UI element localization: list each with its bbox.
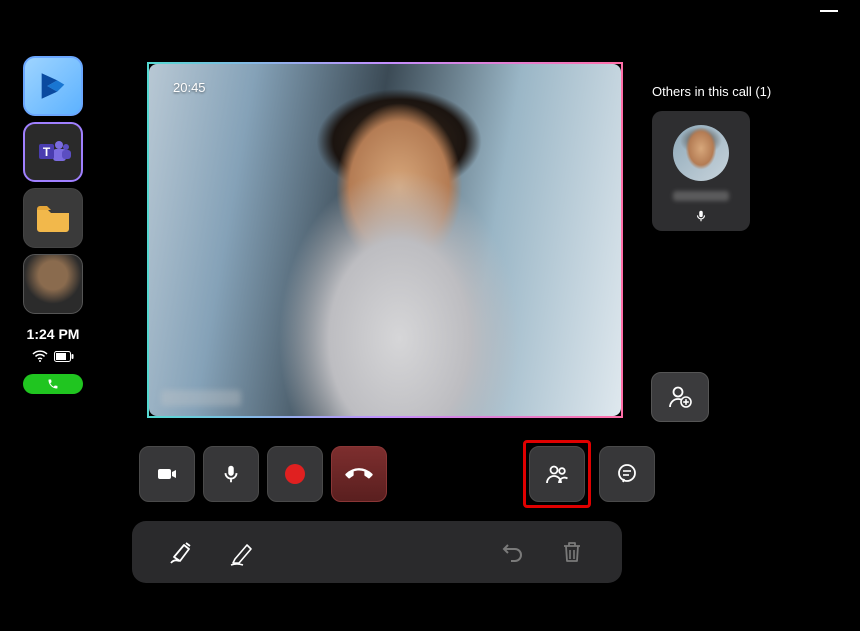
camera-icon (155, 462, 179, 486)
call-duration: 20:45 (173, 80, 206, 95)
sidebar-app-files[interactable] (23, 188, 83, 248)
end-call-icon (345, 460, 373, 488)
participant-tile[interactable] (652, 111, 750, 231)
svg-text:T: T (43, 145, 51, 159)
sidebar-app-teams[interactable]: T (23, 122, 83, 182)
participants-panel: Others in this call (1) (652, 84, 852, 231)
participant-name-label (161, 390, 241, 406)
mic-icon (694, 209, 708, 223)
end-call-button[interactable] (331, 446, 387, 502)
toggle-mic-button[interactable] (203, 446, 259, 502)
battery-icon (54, 351, 74, 362)
people-button-highlight (523, 440, 591, 508)
add-participant-button[interactable] (651, 372, 709, 422)
left-sidebar: T 1:24 PM (20, 56, 86, 394)
pen-icon (225, 535, 259, 569)
ink-tool-highlighter[interactable] (152, 527, 212, 577)
people-roster-button[interactable] (529, 446, 585, 502)
eraser-icon (165, 535, 199, 569)
ink-tool-pen[interactable] (212, 527, 272, 577)
sidebar-user-avatar[interactable] (23, 254, 83, 314)
mic-icon (220, 463, 242, 485)
phone-icon (47, 378, 59, 390)
clock-time: 1:24 PM (27, 326, 80, 342)
dynamics-365-icon (36, 69, 70, 103)
window-minimize-button[interactable] (820, 10, 838, 12)
undo-button[interactable] (482, 527, 542, 577)
record-button[interactable] (267, 446, 323, 502)
undo-icon (499, 539, 525, 565)
chat-icon (615, 462, 639, 486)
ink-tools-bar (132, 521, 622, 583)
record-icon (285, 464, 305, 484)
active-call-pill[interactable] (23, 374, 83, 394)
status-icons (32, 350, 74, 362)
others-in-call-label: Others in this call (1) (652, 84, 852, 99)
add-person-icon (667, 384, 693, 410)
delete-button[interactable] (542, 527, 602, 577)
main-video-tile[interactable]: 20:45 (147, 62, 623, 418)
folder-icon (33, 201, 73, 235)
main-video-feed (149, 64, 621, 416)
avatar-image (24, 255, 82, 313)
chat-button[interactable] (599, 446, 655, 502)
participant-avatar (673, 125, 729, 181)
wifi-icon (32, 350, 48, 362)
people-icon (544, 461, 570, 487)
delete-icon (561, 540, 583, 564)
call-controls (139, 440, 655, 508)
toggle-camera-button[interactable] (139, 446, 195, 502)
participant-name (673, 191, 729, 201)
sidebar-app-dynamics[interactable] (23, 56, 83, 116)
teams-icon: T (33, 132, 73, 172)
